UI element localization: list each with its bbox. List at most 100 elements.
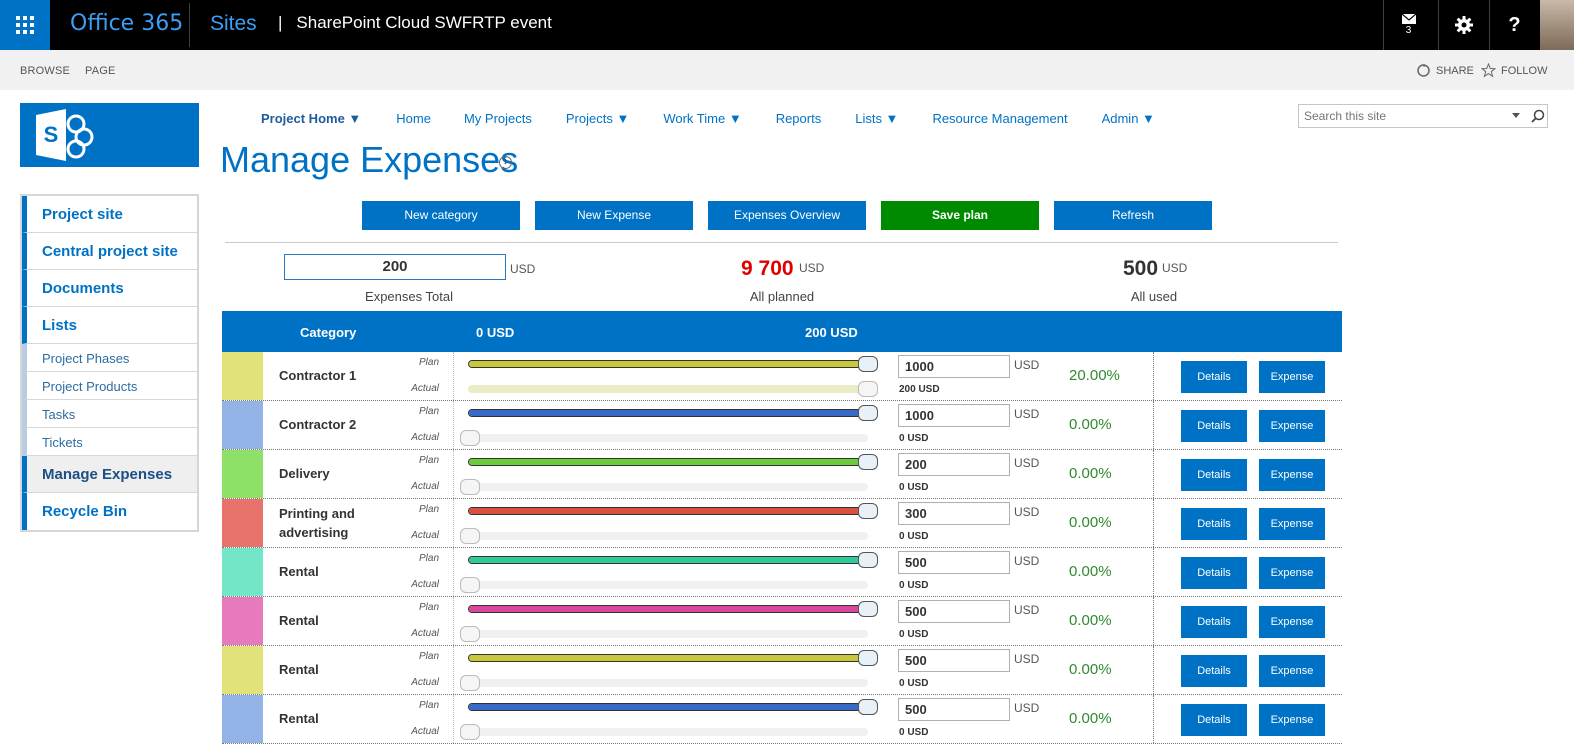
user-avatar[interactable] (1540, 0, 1574, 50)
follow-button[interactable]: FOLLOW (1481, 63, 1547, 78)
site-title[interactable]: SharePoint Cloud SWFRTP event (296, 13, 551, 32)
nav-lists[interactable]: Lists ▼ (855, 111, 898, 126)
nav-projects[interactable]: Projects ▼ (566, 111, 629, 126)
mail-icon (1401, 14, 1416, 24)
actual-slider-handle (460, 675, 480, 691)
plan-slider-fill (469, 508, 869, 514)
details-button[interactable]: Details (1181, 606, 1247, 638)
tab-browse[interactable]: BROWSE (20, 65, 70, 77)
all-used-label: All used (1130, 289, 1178, 304)
new-category-button[interactable]: New category (362, 201, 520, 230)
office365-link[interactable]: Office 365 (70, 11, 183, 36)
used-percent: 0.00% (1069, 612, 1112, 629)
tab-page[interactable]: PAGE (85, 65, 116, 77)
planned-currency: USD (799, 261, 825, 275)
expense-button[interactable]: Expense (1259, 704, 1325, 736)
app-launcher-button[interactable] (0, 0, 50, 50)
plan-amount-input[interactable]: 300 (898, 502, 1010, 525)
table-row: Rental Plan Actual 500 USD 0 USD 0.00% D… (222, 646, 1342, 695)
plan-amount-input[interactable]: 200 (898, 453, 1010, 476)
nav-home[interactable]: Home (396, 111, 431, 126)
plan-slider[interactable] (468, 409, 869, 417)
plan-slider[interactable] (468, 458, 869, 466)
details-button[interactable]: Details (1181, 459, 1247, 491)
plan-slider-handle[interactable] (858, 454, 878, 470)
plan-amount-input[interactable]: 1000 (898, 404, 1010, 427)
leftnav-recycle-bin[interactable]: Recycle Bin (22, 493, 197, 530)
expense-button[interactable]: Expense (1259, 361, 1325, 393)
leftnav-tasks[interactable]: Tasks (22, 400, 197, 428)
save-plan-button[interactable]: Save plan (881, 201, 1039, 230)
details-button[interactable]: Details (1181, 361, 1247, 393)
share-button[interactable]: SHARE (1416, 63, 1474, 78)
details-button[interactable]: Details (1181, 508, 1247, 540)
help-button[interactable]: ? (1489, 0, 1539, 50)
expense-button[interactable]: Expense (1259, 606, 1325, 638)
leftnav-tickets[interactable]: Tickets (22, 428, 197, 456)
plan-slider[interactable] (468, 556, 869, 564)
details-button[interactable]: Details (1181, 704, 1247, 736)
site-logo[interactable]: S (20, 103, 199, 167)
leftnav-central-project-site[interactable]: Central project site (22, 233, 197, 270)
plan-slider[interactable] (468, 507, 869, 515)
refresh-button[interactable]: Refresh (1054, 201, 1212, 230)
expenses-total-input[interactable]: 200 (284, 254, 506, 280)
plan-slider[interactable] (468, 605, 869, 613)
details-button[interactable]: Details (1181, 557, 1247, 589)
expense-button[interactable]: Expense (1259, 655, 1325, 687)
leftnav-documents[interactable]: Documents (22, 270, 197, 307)
nav-resource-management[interactable]: Resource Management (932, 111, 1067, 126)
plan-slider-handle[interactable] (858, 356, 878, 372)
plan-amount-input[interactable]: 1000 (898, 355, 1010, 378)
sites-link[interactable]: Sites (210, 12, 257, 36)
settings-button[interactable] (1438, 0, 1488, 50)
plan-slider-handle[interactable] (858, 405, 878, 421)
plan-amount-input[interactable]: 500 (898, 600, 1010, 623)
plan-amount-input[interactable]: 500 (898, 698, 1010, 721)
plan-amount-input[interactable]: 500 (898, 551, 1010, 574)
plan-slider-handle[interactable] (858, 503, 878, 519)
leftnav-project-site[interactable]: Project site (22, 196, 197, 233)
nav-my-projects[interactable]: My Projects (464, 111, 532, 126)
mail-button[interactable]: 3 (1383, 0, 1433, 50)
nav-project-home[interactable]: Project Home ▼ (261, 111, 361, 126)
plan-slider-handle[interactable] (858, 699, 878, 715)
plan-slider[interactable] (468, 360, 869, 368)
plan-slider-handle[interactable] (858, 650, 878, 666)
new-expense-button[interactable]: New Expense (535, 201, 693, 230)
category-name: Contractor 1 (279, 368, 357, 383)
plan-amount-input[interactable]: 500 (898, 649, 1010, 672)
nav-admin[interactable]: Admin ▼ (1102, 111, 1155, 126)
chevron-down-icon[interactable] (1511, 110, 1521, 120)
actual-label: Actual (411, 726, 439, 737)
total-currency: USD (510, 262, 536, 276)
nav-work-time[interactable]: Work Time ▼ (663, 111, 741, 126)
expense-button[interactable]: Expense (1259, 508, 1325, 540)
plan-slider-handle[interactable] (858, 601, 878, 617)
plan-label: Plan (418, 700, 439, 711)
leftnav-project-products[interactable]: Project Products (22, 372, 197, 400)
expense-button[interactable]: Expense (1259, 410, 1325, 442)
actual-label: Actual (411, 677, 439, 688)
search-icon[interactable] (1531, 109, 1545, 123)
expenses-overview-button[interactable]: Expenses Overview (708, 201, 866, 230)
plan-slider[interactable] (468, 703, 869, 711)
nav-reports[interactable]: Reports (776, 111, 822, 126)
info-icon[interactable]: i (499, 156, 512, 169)
leftnav-manage-expenses[interactable]: Manage Expenses (22, 456, 197, 493)
leftnav-lists[interactable]: Lists (22, 307, 197, 344)
plan-slider-handle[interactable] (858, 552, 878, 568)
actual-slider-handle (460, 626, 480, 642)
details-button[interactable]: Details (1181, 410, 1247, 442)
plan-label: Plan (418, 602, 439, 613)
table-row: Delivery Plan Actual 200 USD 0 USD 0.00%… (222, 450, 1342, 499)
expense-button[interactable]: Expense (1259, 459, 1325, 491)
table-header: Category 0 USD 200 USD (222, 311, 1342, 352)
actual-slider (468, 385, 868, 393)
leftnav-project-phases[interactable]: Project Phases (22, 344, 197, 372)
expense-button[interactable]: Expense (1259, 557, 1325, 589)
search-input[interactable] (1304, 108, 1504, 124)
plan-slider-fill (469, 361, 869, 367)
plan-slider[interactable] (468, 654, 869, 662)
details-button[interactable]: Details (1181, 655, 1247, 687)
